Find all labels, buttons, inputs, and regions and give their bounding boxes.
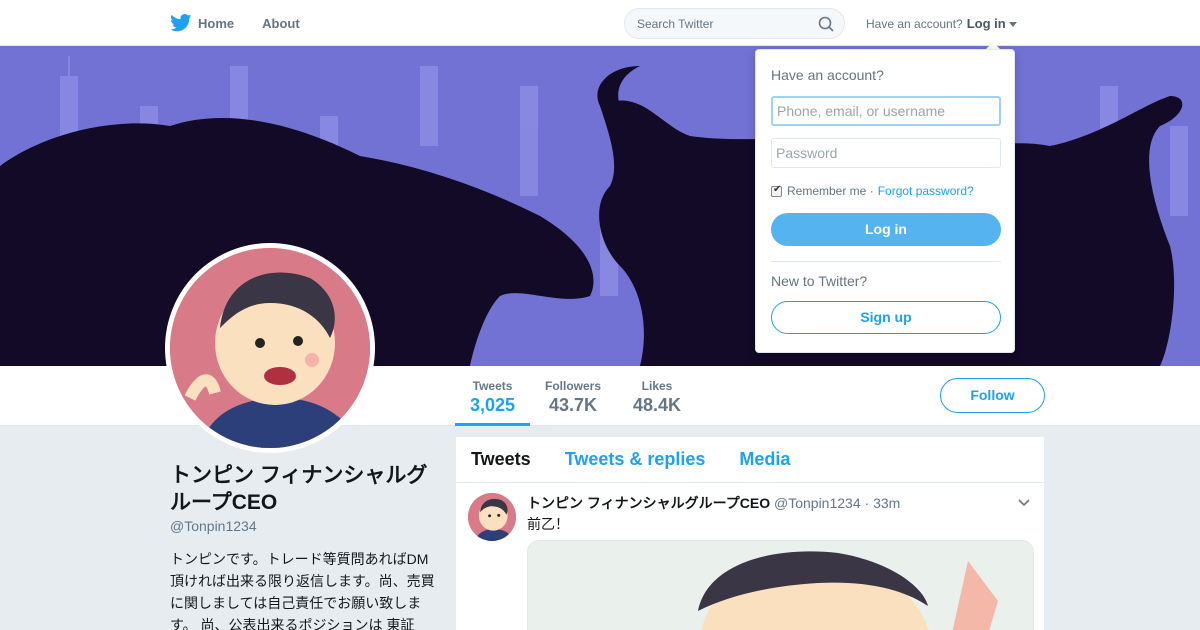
stat-followers-value: 43.7K <box>548 395 598 415</box>
profile-bio: トンピンです。トレード等質問あればDM頂ければ出来る限り返信します。尚、売買に関… <box>170 551 435 630</box>
profile-header-card: トンピン フィナンシャルグループCEO @Tonpin1234 トンピンです。ト… <box>170 462 440 630</box>
tweet-author-name[interactable]: トンピン フィナンシャルグループCEO <box>527 495 770 511</box>
stat-tweets-value: 3,025 <box>470 395 516 415</box>
dropdown-title: Have an account? <box>771 67 884 83</box>
account-prompt: Have an account? <box>866 16 963 31</box>
top-nav-bar: Home About Search Twitter Have an accoun… <box>0 0 1200 46</box>
tweet-text: 前乙！ <box>527 516 569 532</box>
stat-likes-value: 48.4K <box>633 395 682 415</box>
follow-button[interactable]: Follow <box>940 378 1045 413</box>
forgot-password-link[interactable]: Forgot password? <box>878 184 974 198</box>
search-icon[interactable] <box>818 16 834 32</box>
tweet-header: トンピン フィナンシャルグループCEO @Tonpin1234 · 33m <box>527 493 900 513</box>
stat-tweets-label: Tweets <box>472 379 513 393</box>
account-menu[interactable]: Have an account? Log in <box>866 16 1017 31</box>
remember-label[interactable]: Remember me · <box>787 184 874 198</box>
active-stat-underline <box>455 423 530 426</box>
login-button[interactable]: Log in <box>771 213 1001 246</box>
tab-media[interactable]: Media <box>739 449 790 470</box>
username-field[interactable] <box>771 96 1001 126</box>
profile-handle[interactable]: @Tonpin1234 <box>170 518 440 534</box>
remember-row: Remember me · Forgot password? <box>771 184 974 198</box>
chevron-down-icon[interactable] <box>1018 499 1030 507</box>
avatar-cartoon <box>170 248 370 448</box>
profile-name[interactable]: トンピン フィナンシャルグループCEO <box>170 462 440 516</box>
avatar[interactable] <box>170 248 370 448</box>
login-link[interactable]: Log in <box>967 16 1006 31</box>
search-placeholder: Search Twitter <box>637 17 714 31</box>
nav-left: Home About <box>170 0 328 46</box>
nav-home-label: Home <box>198 15 235 31</box>
tweet-avatar-cartoon <box>468 493 516 541</box>
tab-tweets[interactable]: Tweets <box>471 449 531 470</box>
nav-home[interactable]: Home <box>170 14 234 32</box>
tweet-media-cartoon <box>528 541 1033 630</box>
new-to-twitter-label: New to Twitter? <box>771 273 868 289</box>
tab-tweets-replies[interactable]: Tweets & replies <box>565 449 706 470</box>
stat-tweets[interactable]: Tweets 3,025 <box>470 379 515 416</box>
nav-about-label: About <box>262 15 300 31</box>
timeline: Tweets Tweets & replies Media トンピン フィナンシ… <box>456 437 1044 630</box>
dropdown-divider <box>771 261 1001 262</box>
nav-about[interactable]: About <box>262 16 300 31</box>
stat-likes[interactable]: Likes 48.4K <box>633 379 681 416</box>
caret-down-icon[interactable] <box>1008 22 1017 27</box>
remember-checkbox[interactable] <box>771 184 782 197</box>
twitter-bird-icon <box>170 14 192 32</box>
password-field[interactable] <box>771 138 1001 168</box>
tweet-author-handle[interactable]: @Tonpin1234 <box>774 495 861 511</box>
stat-followers-label: Followers <box>545 379 602 393</box>
timeline-tabs: Tweets Tweets & replies Media <box>456 437 1044 483</box>
stat-likes-label: Likes <box>641 379 673 393</box>
profile-avatar-frame[interactable] <box>165 243 375 453</box>
stat-followers[interactable]: Followers 43.7K <box>545 379 601 416</box>
tweet-media-image[interactable] <box>527 540 1034 630</box>
login-dropdown: Have an account? Remember me · Forgot pa… <box>755 49 1015 353</box>
signup-button[interactable]: Sign up <box>771 301 1001 334</box>
tweet-timestamp[interactable]: 33m <box>873 495 900 511</box>
search-box[interactable]: Search Twitter <box>624 8 845 39</box>
tweet-avatar[interactable] <box>468 493 516 541</box>
tweet-separator: · <box>864 495 870 511</box>
tweet[interactable]: トンピン フィナンシャルグループCEO @Tonpin1234 · 33m 前乙… <box>456 483 1044 630</box>
